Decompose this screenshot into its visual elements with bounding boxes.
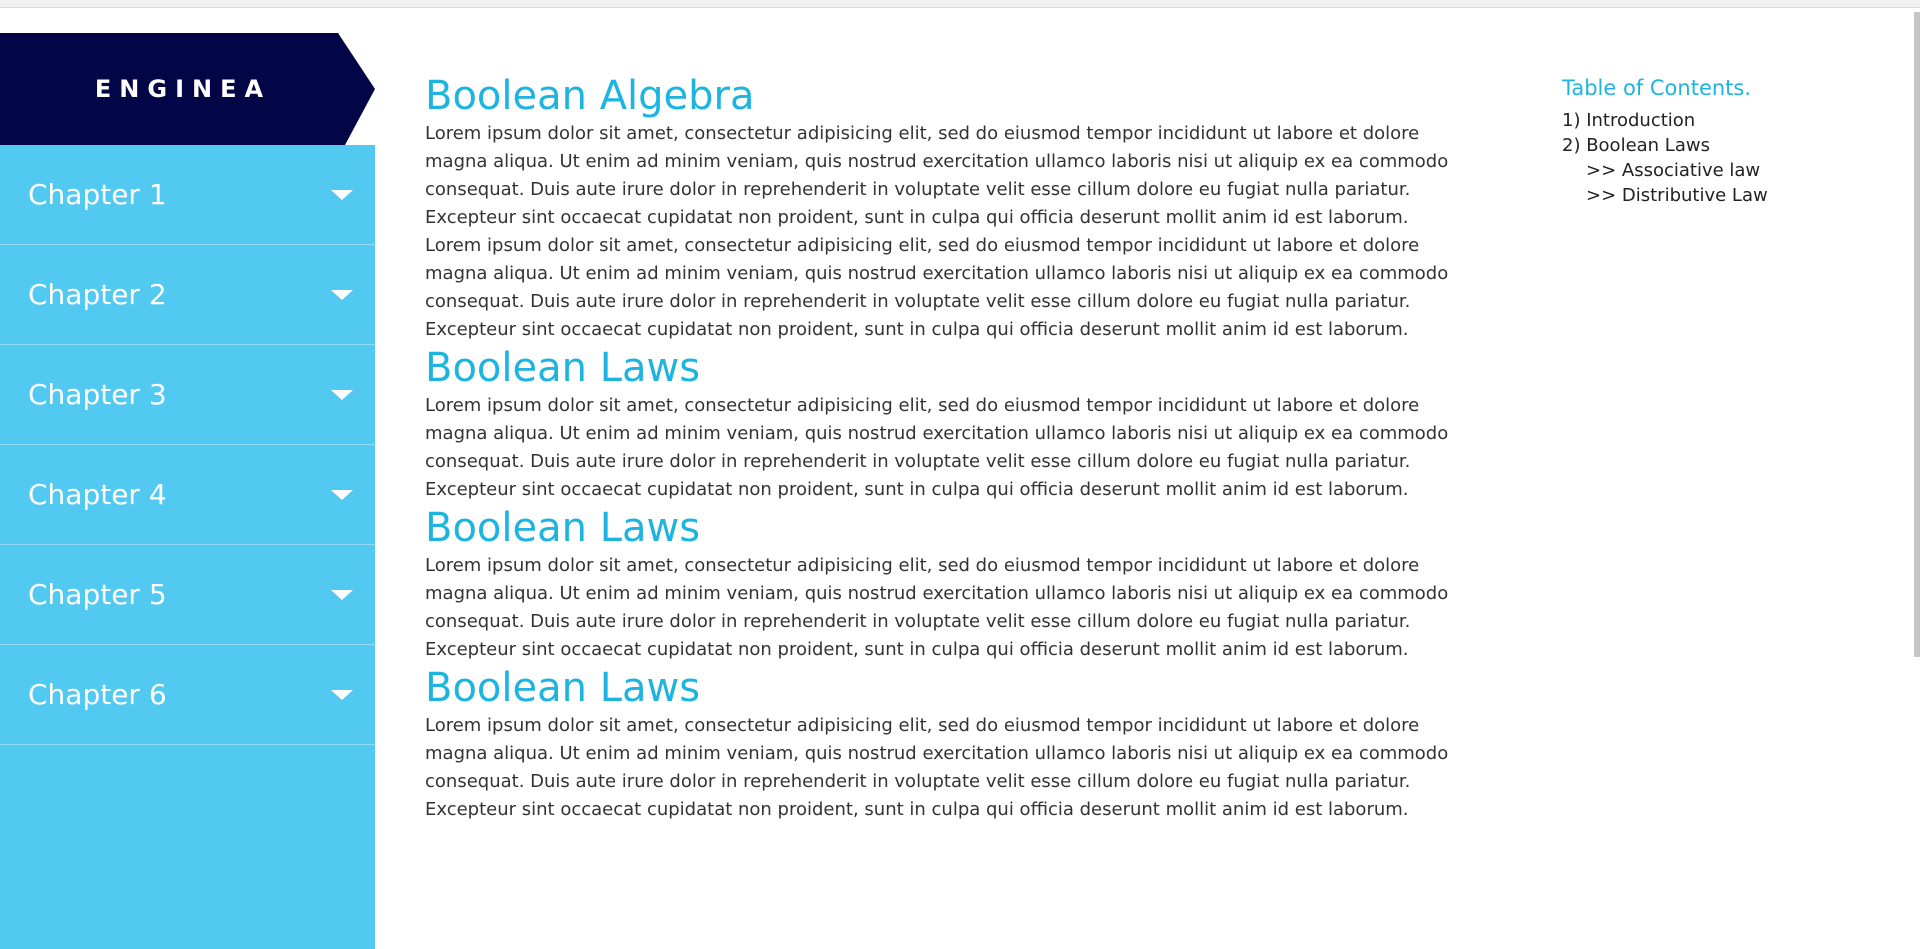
section-boolean-algebra: Boolean Algebra Lorem ipsum dolor sit am… xyxy=(425,72,1475,344)
chapter-label: Chapter 4 xyxy=(28,478,167,511)
sidebar-item-chapter-5[interactable]: Chapter 5 xyxy=(0,545,375,645)
chevron-down-icon[interactable] xyxy=(331,289,353,300)
browser-top-strip xyxy=(0,0,1920,8)
section-title: Boolean Laws xyxy=(425,505,701,551)
section-paragraph: Lorem ipsum dolor sit amet, consectetur … xyxy=(425,123,1449,228)
section-title: Boolean Laws xyxy=(425,345,701,391)
brand-logo-text[interactable]: ENGINEA xyxy=(0,33,366,145)
chapter-label: Chapter 3 xyxy=(28,378,167,411)
toc-title: Table of Contents. xyxy=(1562,76,1752,100)
main-content: Boolean Algebra Lorem ipsum dolor sit am… xyxy=(425,72,1475,824)
sidebar-item-chapter-4[interactable]: Chapter 4 xyxy=(0,445,375,545)
section-boolean-laws: Boolean Laws Lorem ipsum dolor sit amet,… xyxy=(425,344,1475,504)
section-paragraph: Lorem ipsum dolor sit amet, consectetur … xyxy=(425,715,1449,820)
section-title: Boolean Algebra xyxy=(425,73,755,119)
table-of-contents: Table of Contents. 1) Introduction 2) Bo… xyxy=(1562,76,1862,208)
toc-item-associative-law[interactable]: >> Associative law xyxy=(1562,158,1862,183)
chapter-label: Chapter 6 xyxy=(28,678,167,711)
toc-item-distributive-law[interactable]: >> Distributive Law xyxy=(1562,183,1862,208)
chapter-label: Chapter 5 xyxy=(28,578,167,611)
section-title: Boolean Laws xyxy=(425,665,701,711)
sidebar-item-chapter-1[interactable]: Chapter 1 xyxy=(0,145,375,245)
toc-item-introduction[interactable]: 1) Introduction xyxy=(1562,108,1862,133)
chevron-down-icon[interactable] xyxy=(331,189,353,200)
chapter-label: Chapter 1 xyxy=(28,178,167,211)
chapter-label: Chapter 2 xyxy=(28,278,167,311)
chevron-down-icon[interactable] xyxy=(331,589,353,600)
section-paragraph: Lorem ipsum dolor sit amet, consectetur … xyxy=(425,235,1449,340)
section-paragraph: Lorem ipsum dolor sit amet, consectetur … xyxy=(425,555,1449,660)
section-boolean-laws: Boolean Laws Lorem ipsum dolor sit amet,… xyxy=(425,504,1475,664)
vertical-scrollbar[interactable] xyxy=(1914,12,1920,657)
brand-header: ENGINEA xyxy=(0,33,375,145)
chevron-down-icon[interactable] xyxy=(331,389,353,400)
chapter-list: Chapter 1 Chapter 2 Chapter 3 Chapter 4 … xyxy=(0,145,375,745)
chevron-down-icon[interactable] xyxy=(331,689,353,700)
sidebar-item-chapter-6[interactable]: Chapter 6 xyxy=(0,645,375,745)
chevron-down-icon[interactable] xyxy=(331,489,353,500)
sidebar: ENGINEA Chapter 1 Chapter 2 Chapter 3 Ch… xyxy=(0,33,375,949)
section-boolean-laws: Boolean Laws Lorem ipsum dolor sit amet,… xyxy=(425,664,1475,824)
section-paragraph: Lorem ipsum dolor sit amet, consectetur … xyxy=(425,395,1449,500)
sidebar-item-chapter-2[interactable]: Chapter 2 xyxy=(0,245,375,345)
toc-item-boolean-laws[interactable]: 2) Boolean Laws xyxy=(1562,133,1862,158)
sidebar-item-chapter-3[interactable]: Chapter 3 xyxy=(0,345,375,445)
